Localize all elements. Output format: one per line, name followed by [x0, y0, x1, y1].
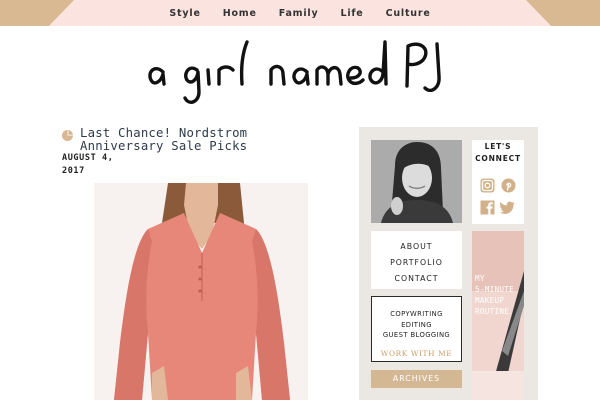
main-nav: Style Home Family Life Culture: [0, 0, 600, 26]
post-date-line2: 2017: [62, 165, 85, 176]
post-date-line1: AUGUST 4,: [62, 153, 114, 163]
nav-link-life[interactable]: Life: [329, 8, 374, 19]
post-date: AUGUST 4, 2017: [62, 152, 132, 177]
post-title[interactable]: Last Chance! Nordstrom Anniversary Sale …: [80, 127, 320, 152]
top-nav-bar: Style Home Family Life Culture: [0, 0, 600, 26]
blouse-photo: [94, 183, 308, 400]
pinterest-icon[interactable]: [501, 178, 516, 193]
twitter-icon[interactable]: [500, 200, 515, 215]
sidebar: LET'S CONNECT ABOUT PORTFOLIO CONTACT CO…: [359, 127, 538, 400]
makeup-line4: ROUTINE: [475, 307, 510, 316]
connect-line2: CONNECT: [475, 154, 521, 163]
nav-link-home[interactable]: Home: [212, 8, 268, 19]
sidebar-menu: ABOUT PORTFOLIO CONTACT: [371, 231, 462, 289]
author-avatar[interactable]: [371, 140, 462, 223]
nav-link-family[interactable]: Family: [268, 8, 330, 19]
nav-link-style[interactable]: Style: [158, 8, 211, 19]
site-logo[interactable]: [145, 34, 455, 112]
makeup-caption: MY 5-MINUTE MAKEUP ROUTINE: [475, 273, 523, 317]
connect-line1: LET'S: [484, 142, 512, 151]
service-editing: EDITING: [401, 320, 432, 329]
instagram-icon[interactable]: [480, 178, 495, 193]
social-connect-box: LET'S CONNECT: [472, 140, 524, 224]
services-box: COPYWRITING EDITING GUEST BLOGGING WORK …: [371, 296, 462, 362]
facebook-icon[interactable]: [480, 200, 495, 215]
makeup-line2: 5-MINUTE: [475, 285, 514, 294]
makeup-line3: MAKEUP: [475, 296, 505, 305]
sidebar-link-about[interactable]: ABOUT: [371, 239, 462, 255]
nav-link-culture[interactable]: Culture: [375, 8, 442, 19]
makeup-routine-feature[interactable]: MY 5-MINUTE MAKEUP ROUTINE: [472, 231, 524, 400]
archives-button[interactable]: ARCHIVES: [371, 370, 462, 388]
author-photo: [371, 140, 462, 223]
makeup-line1: MY: [475, 274, 485, 283]
post-image-blouse[interactable]: [94, 183, 308, 400]
service-guest-blogging: GUEST BLOGGING: [382, 331, 451, 339]
work-with-me-link[interactable]: WORK WITH ME: [377, 348, 456, 358]
sidebar-link-contact[interactable]: CONTACT: [371, 271, 462, 287]
post-bullet-icon: [62, 130, 73, 141]
service-copywriting: COPYWRITING: [390, 310, 443, 318]
connect-heading: LET'S CONNECT: [472, 140, 524, 165]
sidebar-link-portfolio[interactable]: PORTFOLIO: [371, 255, 462, 271]
